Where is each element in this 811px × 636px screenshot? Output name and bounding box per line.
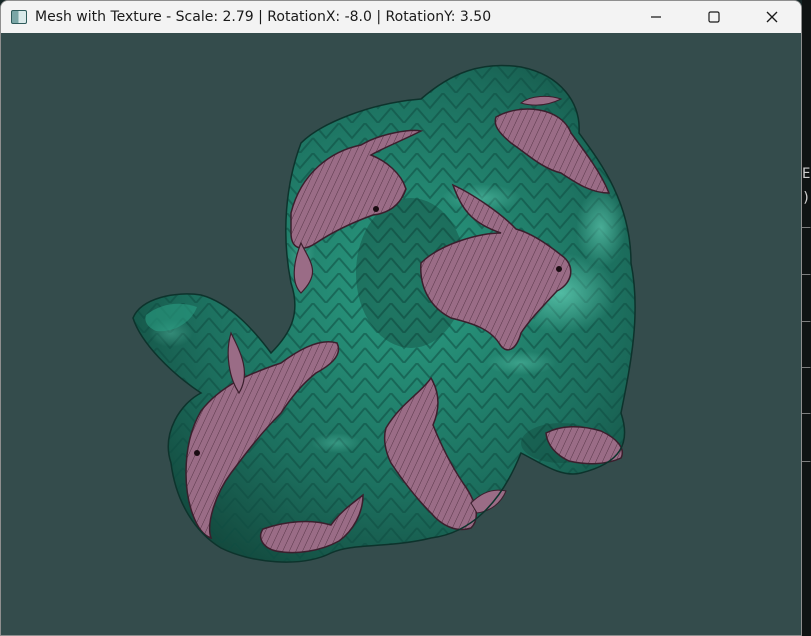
app-window-icon [11, 10, 27, 24]
minimize-button[interactable] [627, 1, 685, 33]
terminal-line: E [802, 166, 811, 182]
terminal-line: _ [802, 212, 811, 228]
close-icon [766, 11, 778, 23]
mesh-viewer-window[interactable]: Mesh with Texture - Scale: 2.79 | Rotati… [0, 0, 802, 636]
background-terminal: E ) _ _i _i _i _i _i [802, 0, 811, 636]
minimize-icon [651, 16, 661, 18]
maximize-button[interactable] [685, 1, 743, 33]
terminal-line: _i [802, 259, 811, 275]
mesh-render-canvas[interactable] [1, 33, 801, 635]
terminal-line: ) [802, 190, 811, 206]
maximize-icon [708, 11, 720, 23]
close-button[interactable] [743, 1, 801, 33]
terminal-line: _i [802, 446, 811, 462]
terminal-line: _i [802, 398, 811, 414]
terminal-line: _i [802, 306, 811, 322]
window-title: Mesh with Texture - Scale: 2.79 | Rotati… [35, 9, 492, 25]
window-controls [627, 1, 801, 33]
desktop: E ) _ _i _i _i _i _i Mesh with Texture -… [0, 0, 811, 636]
render-viewport[interactable] [1, 33, 801, 635]
title-bar[interactable]: Mesh with Texture - Scale: 2.79 | Rotati… [1, 1, 801, 33]
terminal-line: _i [802, 352, 811, 368]
